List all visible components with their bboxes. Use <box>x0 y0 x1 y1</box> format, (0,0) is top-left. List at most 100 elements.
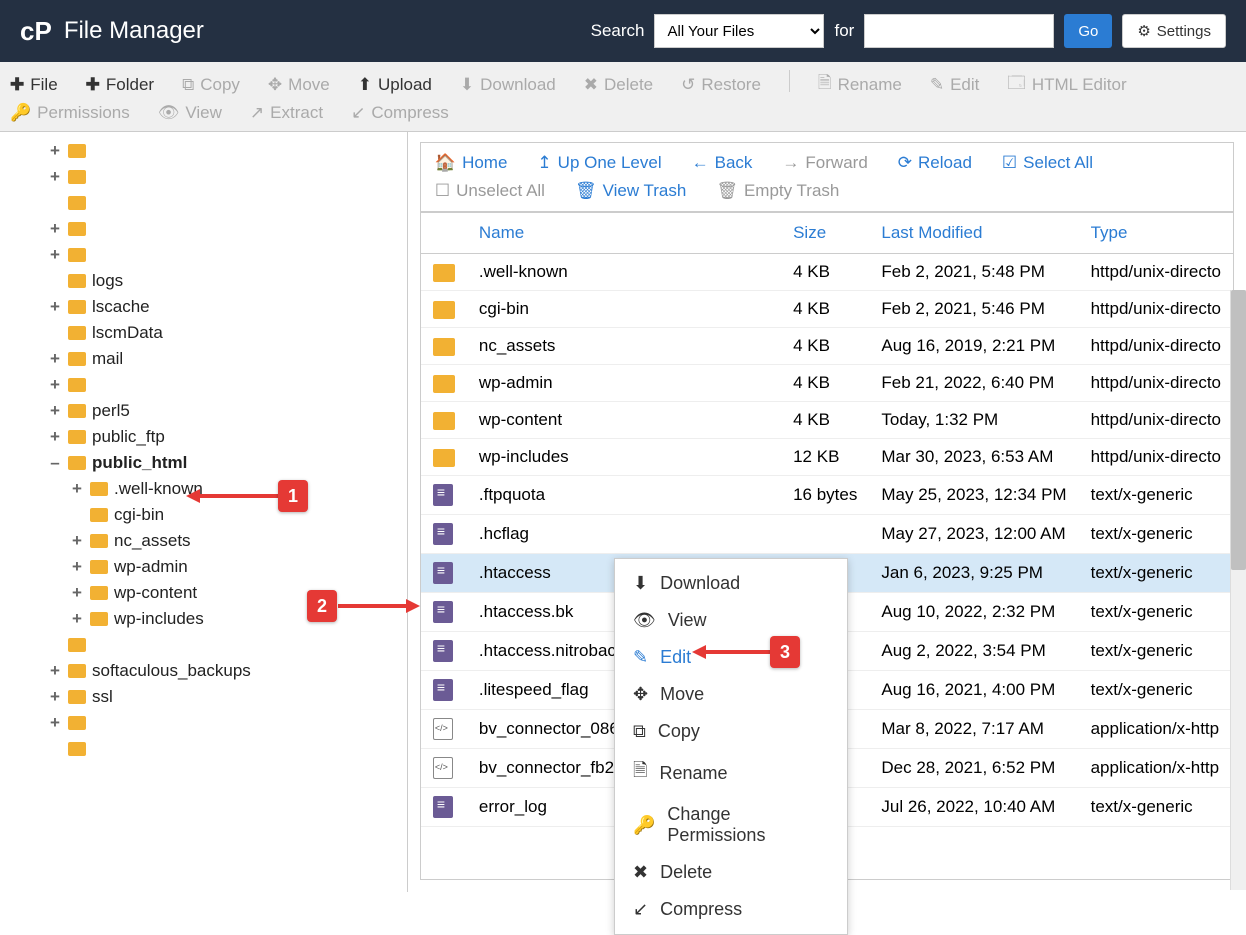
file-modified: May 27, 2023, 12:00 AM <box>869 515 1078 554</box>
tree-item[interactable]: +public_ftp <box>0 424 407 450</box>
tree-item[interactable]: +mail <box>0 346 407 372</box>
table-row[interactable]: .hcflagMay 27, 2023, 12:00 AMtext/x-gene… <box>421 515 1233 554</box>
settings-button[interactable]: ⚙ Settings <box>1122 14 1226 48</box>
file-modified: Mar 8, 2022, 7:17 AM <box>869 710 1078 749</box>
tree-item[interactable]: +ssl <box>0 684 407 710</box>
tree-toggle[interactable]: + <box>70 557 84 577</box>
tree-toggle[interactable]: + <box>48 245 62 265</box>
tree-item[interactable]: +wp-admin <box>0 554 407 580</box>
tree-toggle[interactable]: + <box>48 687 62 707</box>
tree-item[interactable]: + <box>0 216 407 242</box>
move-button[interactable]: ✥Move <box>268 70 330 99</box>
tree-item[interactable] <box>0 736 407 762</box>
permissions-button[interactable]: 🔑Permissions <box>10 103 130 123</box>
empty-trash-button[interactable]: 🗑Empty Trash <box>716 181 839 201</box>
scrollbar-thumb[interactable] <box>1231 290 1246 570</box>
tree-toggle[interactable]: + <box>48 427 62 447</box>
context-menu-change-permissions[interactable]: 🔑Change Permissions <box>615 796 847 854</box>
table-row[interactable]: wp-includes12 KBMar 30, 2023, 6:53 AMhtt… <box>421 439 1233 476</box>
file-modified: Feb 2, 2021, 5:46 PM <box>869 291 1078 328</box>
view-trash-button[interactable]: 🗑View Trash <box>575 181 686 201</box>
tree-item[interactable]: + <box>0 372 407 398</box>
html-editor-button[interactable]: 🗔HTML Editor <box>1007 70 1126 99</box>
tree-item[interactable]: + <box>0 138 407 164</box>
modified-column[interactable]: Last Modified <box>869 213 1078 254</box>
new-folder-button[interactable]: ✚Folder <box>86 70 154 99</box>
new-file-button[interactable]: ✚File <box>10 70 58 99</box>
table-row[interactable]: wp-content4 KBToday, 1:32 PMhttpd/unix-d… <box>421 402 1233 439</box>
tree-label: public_html <box>92 453 187 473</box>
home-button[interactable]: 🏠Home <box>435 153 508 173</box>
file-icon <box>433 562 453 584</box>
tree-item[interactable]: logs <box>0 268 407 294</box>
context-menu-delete[interactable]: ✖Delete <box>615 854 847 891</box>
forward-button[interactable]: →Forward <box>782 153 867 173</box>
tree-toggle[interactable]: + <box>70 531 84 551</box>
tree-item[interactable]: +perl5 <box>0 398 407 424</box>
tree-toggle[interactable]: + <box>48 661 62 681</box>
unselect-all-button[interactable]: ☐Unselect All <box>435 181 545 201</box>
tree-toggle[interactable]: + <box>48 349 62 369</box>
tree-toggle[interactable]: + <box>48 219 62 239</box>
code-icon <box>433 757 453 779</box>
tree-item[interactable]: + <box>0 164 407 190</box>
tree-item[interactable]: +softaculous_backups <box>0 658 407 684</box>
tree-item[interactable]: +lscache <box>0 294 407 320</box>
tree-toggle[interactable]: – <box>48 453 62 473</box>
tree-toggle[interactable]: + <box>70 583 84 603</box>
back-button[interactable]: ←Back <box>692 153 753 173</box>
tree-item[interactable]: – public_html <box>0 450 407 476</box>
table-row[interactable]: .well-known4 KBFeb 2, 2021, 5:48 PMhttpd… <box>421 254 1233 291</box>
copy-button[interactable]: ⧉Copy <box>182 70 240 99</box>
tree-item[interactable]: +nc_assets <box>0 528 407 554</box>
table-row[interactable]: nc_assets4 KBAug 16, 2019, 2:21 PMhttpd/… <box>421 328 1233 365</box>
tree-toggle[interactable]: + <box>48 297 62 317</box>
restore-button[interactable]: ↺Restore <box>681 70 761 99</box>
up-level-button[interactable]: ↥Up One Level <box>537 153 661 173</box>
rename-button[interactable]: 🗎Rename <box>818 70 902 99</box>
search-input[interactable] <box>864 14 1054 48</box>
edit-button[interactable]: ✎Edit <box>930 70 980 99</box>
app-header: cP File Manager Search All Your Files fo… <box>0 0 1246 62</box>
file-size: 4 KB <box>781 328 869 365</box>
icon-column[interactable] <box>421 213 467 254</box>
context-menu-download[interactable]: ⬇Download <box>615 565 847 602</box>
tree-item[interactable] <box>0 632 407 658</box>
extract-button[interactable]: ↗Extract <box>250 103 323 123</box>
context-menu-copy[interactable]: ⧉Copy <box>615 713 847 750</box>
tree-item[interactable]: lscmData <box>0 320 407 346</box>
context-menu-view[interactable]: 👁View <box>615 602 847 639</box>
upload-button[interactable]: ⬆Upload <box>358 70 432 99</box>
delete-button[interactable]: ✖Delete <box>584 70 653 99</box>
check-icon: ☑ <box>1002 153 1017 173</box>
context-menu-move[interactable]: ✥Move <box>615 676 847 713</box>
tree-item[interactable] <box>0 190 407 216</box>
view-button[interactable]: 👁View <box>158 103 222 123</box>
tree-toggle[interactable]: + <box>48 141 62 161</box>
type-column[interactable]: Type <box>1079 213 1233 254</box>
tree-toggle[interactable]: + <box>70 609 84 629</box>
tree-toggle[interactable]: + <box>48 167 62 187</box>
tree-toggle[interactable]: + <box>70 479 84 499</box>
for-label: for <box>834 21 854 41</box>
compress-button[interactable]: ↙Compress <box>351 103 449 123</box>
size-column[interactable]: Size <box>781 213 869 254</box>
table-row[interactable]: cgi-bin4 KBFeb 2, 2021, 5:46 PMhttpd/uni… <box>421 291 1233 328</box>
context-menu-compress[interactable]: ↙Compress <box>615 891 847 928</box>
search-scope-select[interactable]: All Your Files <box>654 14 824 48</box>
folder-tree[interactable]: + + + + logs+lscachelscmData+mail+ +perl… <box>0 132 408 892</box>
tree-item[interactable]: + <box>0 242 407 268</box>
table-row[interactable]: wp-admin4 KBFeb 21, 2022, 6:40 PMhttpd/u… <box>421 365 1233 402</box>
context-menu-rename[interactable]: 🗎Rename <box>615 750 847 796</box>
tree-toggle[interactable]: + <box>48 375 62 395</box>
reload-button[interactable]: ⟳Reload <box>898 153 972 173</box>
vertical-scrollbar[interactable] <box>1230 290 1246 890</box>
download-button[interactable]: ⬇Download <box>460 70 556 99</box>
select-all-button[interactable]: ☑Select All <box>1002 153 1093 173</box>
table-row[interactable]: .ftpquota16 bytesMay 25, 2023, 12:34 PMt… <box>421 476 1233 515</box>
tree-toggle[interactable]: + <box>48 713 62 733</box>
tree-toggle[interactable]: + <box>48 401 62 421</box>
go-button[interactable]: Go <box>1064 14 1112 48</box>
name-column[interactable]: Name <box>467 213 781 254</box>
tree-item[interactable]: + <box>0 710 407 736</box>
